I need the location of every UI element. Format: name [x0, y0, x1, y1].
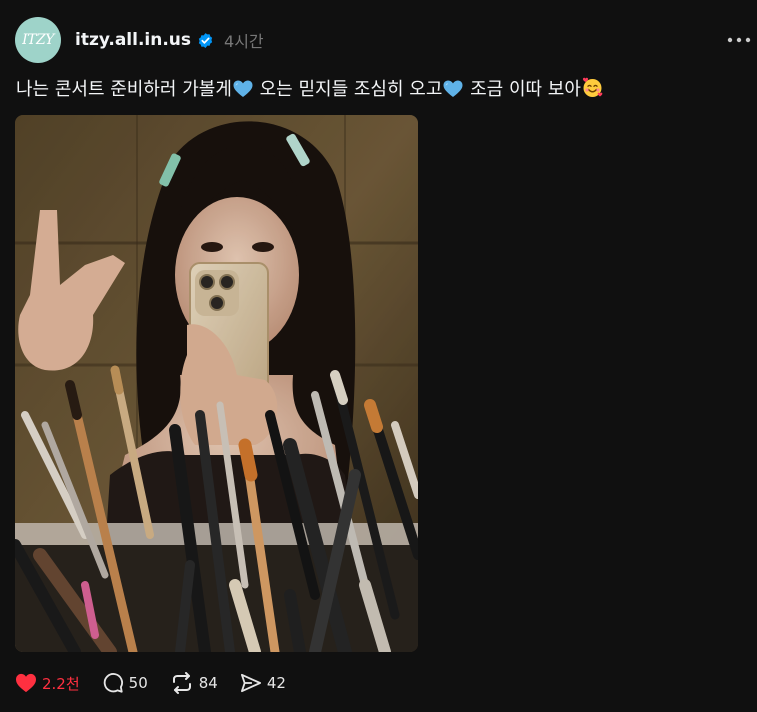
blue-heart-emoji	[233, 80, 253, 106]
heart-icon	[15, 673, 37, 693]
caption-text-2: 오는 믿지들 조심히 오고	[259, 79, 443, 100]
post-header: itzy.all.in.us 4시간	[75, 27, 264, 53]
share-button[interactable]: 42	[240, 673, 286, 693]
repost-button[interactable]: 84	[170, 672, 218, 694]
post-caption: 나는 콘서트 준비하러 가볼게 오는 믿지들 조심히 오고 조금 이따 보아	[16, 77, 741, 106]
comment-count: 50	[128, 674, 148, 692]
more-options-icon[interactable]	[726, 30, 752, 50]
like-count: 2.2천	[42, 674, 80, 693]
smiling-face-with-hearts-emoji	[582, 77, 603, 106]
post-actions-bar: 2.2천 50 84 42	[15, 670, 308, 696]
username-link[interactable]: itzy.all.in.us	[75, 30, 191, 50]
avatar-logo-text: ITZY	[22, 32, 54, 48]
share-count: 42	[266, 674, 286, 692]
caption-text-3: 조금 이따 보아	[470, 79, 581, 100]
like-button[interactable]: 2.2천	[15, 673, 80, 694]
blue-heart-emoji	[443, 80, 463, 106]
comment-button[interactable]: 50	[102, 672, 148, 694]
verified-badge-icon	[197, 32, 214, 49]
share-icon	[240, 673, 262, 693]
post-timestamp[interactable]: 4시간	[224, 28, 264, 52]
comment-icon	[102, 672, 124, 694]
repost-count: 84	[198, 674, 218, 692]
post-image[interactable]	[15, 115, 418, 652]
repost-icon	[170, 672, 194, 694]
avatar[interactable]: ITZY	[15, 17, 61, 63]
caption-text-1: 나는 콘서트 준비하러 가볼게	[16, 79, 232, 100]
